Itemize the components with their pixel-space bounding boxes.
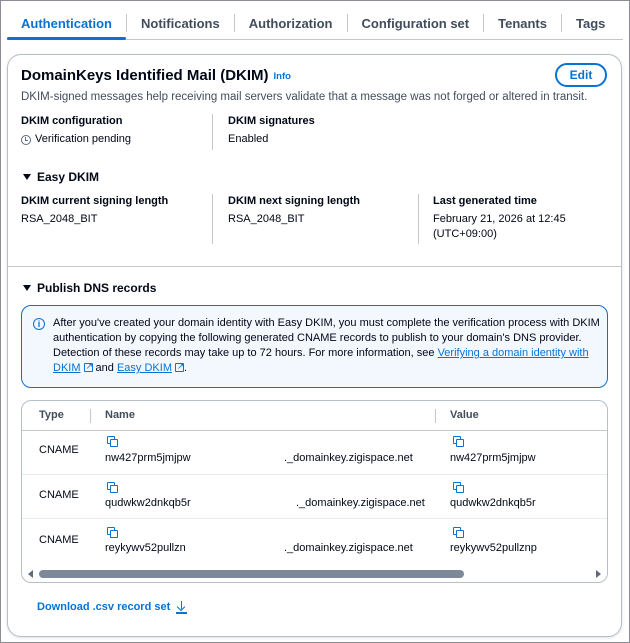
record-value: qudwkw2dnkqb5r xyxy=(450,497,536,509)
copy-icon[interactable] xyxy=(107,482,119,494)
record-name: qudwkw2dnkqb5r xyxy=(105,497,191,509)
tab-notifications[interactable]: Notifications xyxy=(127,7,234,39)
easy-dkim-link[interactable]: Easy DKIM xyxy=(117,362,172,374)
column-header-type: Type xyxy=(39,409,64,421)
tab-bar: Authentication Notifications Authorizati… xyxy=(7,7,623,40)
section-divider xyxy=(8,266,621,267)
external-link-icon xyxy=(83,359,93,374)
last-generated-time-value: February 21, 2026 at 12:45 (UTC+09:00) xyxy=(433,212,566,242)
copy-icon[interactable] xyxy=(453,436,465,448)
record-name: nw427prm5jmjpw xyxy=(105,452,191,464)
record-value: reykywv52pullznp xyxy=(450,542,537,554)
edit-button[interactable]: Edit xyxy=(555,63,607,87)
copy-icon[interactable] xyxy=(107,436,119,448)
easy-dkim-heading: Easy DKIM xyxy=(37,170,100,184)
publish-dns-expander[interactable]: Publish DNS records xyxy=(23,281,156,295)
tab-authorization[interactable]: Authorization xyxy=(235,7,347,39)
download-csv-label: Download .csv record set xyxy=(37,601,171,613)
dkim-title: DomainKeys Identified Mail (DKIM) xyxy=(21,67,269,84)
copy-icon[interactable] xyxy=(453,482,465,494)
last-generated-timezone: (UTC+09:00) xyxy=(433,228,497,240)
tab-tenants[interactable]: Tenants xyxy=(484,7,561,39)
column-header-value: Value xyxy=(450,409,479,421)
next-signing-length-value: RSA_2048_BIT xyxy=(228,213,305,225)
dkim-description: DKIM-signed messages help receiving mail… xyxy=(21,91,588,103)
current-signing-length-label: DKIM current signing length xyxy=(21,195,169,207)
record-name-suffix: ._domainkey.zigispace.net xyxy=(284,452,413,464)
caret-down-icon xyxy=(23,174,31,180)
last-generated-date: February 21, 2026 at 12:45 xyxy=(433,213,566,225)
external-link-icon xyxy=(174,359,185,374)
column-resizer[interactable] xyxy=(90,409,91,423)
column-resizer[interactable] xyxy=(435,409,436,423)
copy-icon[interactable] xyxy=(107,527,119,539)
publish-dns-heading: Publish DNS records xyxy=(37,281,157,295)
record-value: nw427prm5jmjpw xyxy=(450,452,536,464)
download-csv-link[interactable]: Download .csv record set xyxy=(37,601,188,614)
dkim-configuration-label: DKIM configuration xyxy=(21,115,123,127)
header-divider xyxy=(22,430,607,431)
easy-dkim-expander[interactable]: Easy DKIM xyxy=(23,170,99,184)
tab-configuration-set[interactable]: Configuration set xyxy=(348,7,484,39)
dkim-signatures-value: Enabled xyxy=(228,133,269,145)
dkim-configuration: DKIM configuration Verification pending xyxy=(21,115,131,147)
info-link[interactable]: Info xyxy=(274,71,291,82)
dkim-configuration-status: Verification pending xyxy=(21,132,131,147)
current-signing-length: DKIM current signing length RSA_2048_BIT xyxy=(21,195,168,227)
alert-text-part: and xyxy=(92,362,117,374)
column-divider xyxy=(418,194,419,244)
dns-records-table: Type Name Value CNAME nw427prm5jmjpw ._d… xyxy=(21,400,608,583)
record-type: CNAME xyxy=(39,489,79,501)
download-icon xyxy=(176,601,188,614)
verification-status: Verification pending xyxy=(35,133,132,145)
row-divider xyxy=(22,518,607,519)
info-icon: i xyxy=(33,318,45,330)
tab-tags[interactable]: Tags xyxy=(562,7,619,39)
info-alert: i After you've created your domain ident… xyxy=(21,305,608,388)
record-type: CNAME xyxy=(39,444,79,456)
next-signing-length-label: DKIM next signing length xyxy=(228,195,360,207)
record-name: reykywv52pullzn xyxy=(105,542,186,554)
row-divider xyxy=(22,474,607,475)
record-type: CNAME xyxy=(39,534,79,546)
tab-authentication[interactable]: Authentication xyxy=(7,7,126,40)
clock-icon xyxy=(21,134,31,145)
scroll-right-arrow-icon[interactable] xyxy=(596,570,601,578)
horizontal-scrollbar[interactable] xyxy=(22,566,607,582)
current-signing-length-value: RSA_2048_BIT xyxy=(21,213,98,225)
alert-text: After you've created your domain identit… xyxy=(53,316,601,376)
record-name-suffix: ._domainkey.zigispace.net xyxy=(284,542,413,554)
last-generated-time: Last generated time February 21, 2026 at… xyxy=(433,195,566,242)
next-signing-length: DKIM next signing length RSA_2048_BIT xyxy=(228,195,360,227)
scrollbar-thumb[interactable] xyxy=(39,570,464,578)
scroll-left-arrow-icon[interactable] xyxy=(28,570,33,578)
dkim-signatures: DKIM signatures Enabled xyxy=(228,115,315,147)
dkim-signatures-label: DKIM signatures xyxy=(228,115,315,127)
column-divider xyxy=(212,114,213,150)
caret-down-icon xyxy=(23,285,31,291)
record-name-suffix: ._domainkey.zigispace.net xyxy=(296,497,425,509)
column-divider xyxy=(212,194,213,244)
dkim-container: DomainKeys Identified Mail (DKIM) Info Ed… xyxy=(7,54,622,637)
copy-icon[interactable] xyxy=(453,527,465,539)
column-header-name: Name xyxy=(105,409,135,421)
last-generated-time-label: Last generated time xyxy=(433,195,537,207)
container-title: DomainKeys Identified Mail (DKIM) Info xyxy=(21,67,291,84)
